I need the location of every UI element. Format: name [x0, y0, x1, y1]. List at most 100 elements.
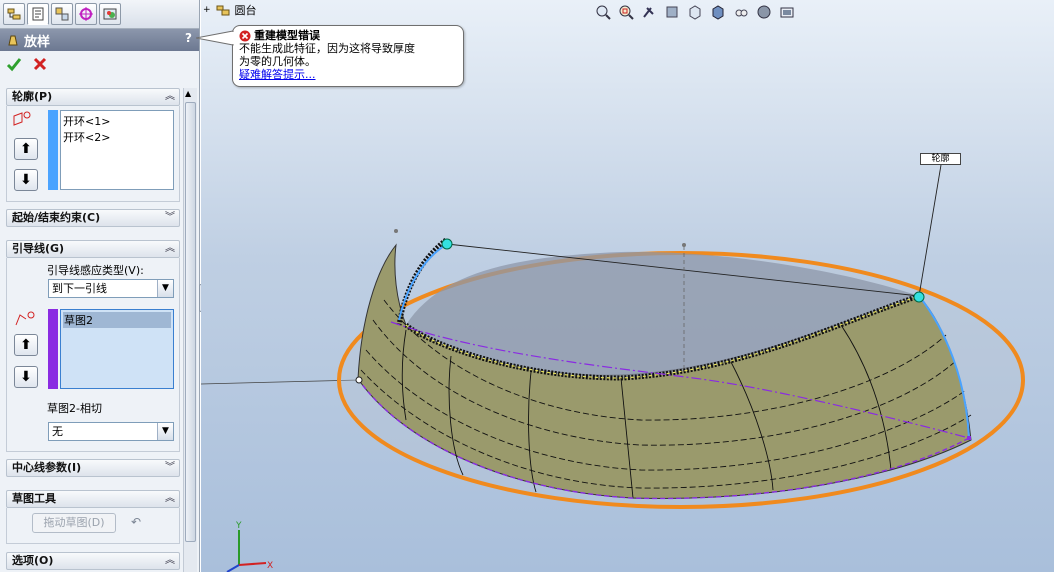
list-item[interactable]: 开环<2> — [63, 129, 171, 145]
rebuild-error-tooltip: 重建模型错误 不能生成此特征，因为这将导致厚度 为零的几何体。 疑难解答提示..… — [232, 25, 464, 87]
profiles-header-label: 轮廓(P) — [12, 90, 53, 103]
list-item[interactable]: 草图2 — [63, 312, 171, 328]
guide-endpoint[interactable] — [967, 436, 971, 440]
profile-color-bar — [48, 110, 58, 190]
options-header-label: 选项(O) — [12, 554, 54, 567]
scroll-up-icon[interactable]: ▲ — [185, 89, 191, 98]
edit-appearance-icon[interactable] — [755, 3, 773, 21]
move-up-button[interactable]: ⬆ — [14, 334, 38, 356]
section-view-icon[interactable] — [663, 3, 681, 21]
cancel-x-icon[interactable] — [32, 56, 48, 72]
chevron-down-icon[interactable]: ▼ — [157, 423, 173, 440]
move-down-button[interactable]: ⬇ — [14, 366, 38, 388]
guide-list[interactable]: 草图2 — [60, 309, 174, 389]
tab-feature-manager[interactable] — [3, 3, 25, 25]
move-up-button[interactable]: ⬆ — [14, 138, 38, 160]
ok-check-icon[interactable] — [6, 56, 22, 72]
expand-icon[interactable]: + — [203, 5, 211, 15]
display-style-icon[interactable] — [709, 3, 727, 21]
chevron-down-icon[interactable]: ▼ — [157, 280, 173, 297]
configuration-icon — [55, 7, 69, 21]
tab-dimxpert[interactable] — [75, 3, 97, 25]
axis-point — [682, 243, 686, 247]
expand-chevron-icon[interactable]: ︾ — [165, 210, 175, 226]
profile-list[interactable]: 开环<1> 开环<2> — [60, 110, 174, 190]
pm-scrollbar[interactable]: ▲ — [183, 88, 197, 572]
zoom-to-area-icon[interactable] — [617, 3, 635, 21]
tooltip-pointer — [196, 30, 235, 46]
collapse-chevron-icon[interactable]: ︽ — [165, 241, 175, 257]
arrow-down-icon: ⬇ — [20, 172, 32, 188]
start-end-section-header[interactable]: 起始/结束约束(C) ︾ — [6, 209, 180, 227]
drag-sketch-button[interactable]: 拖动草图(D) — [32, 513, 116, 533]
sketch-tools-section-header[interactable]: 草图工具 ︽ — [6, 490, 180, 508]
callout-leader — [918, 164, 942, 297]
error-title-row: 重建模型错误 — [239, 29, 457, 42]
display-manager-icon — [103, 8, 117, 20]
guides-section-body: 引导线感应类型(V): 到下一引线 ▼ ⬆ ⬇ 草图2 草图2-相切 无 ▼ — [6, 258, 180, 452]
guide-endpoint[interactable] — [355, 376, 363, 384]
heads-up-view-toolbar — [594, 3, 796, 21]
arrow-up-icon: ⬆ — [20, 141, 32, 157]
pm-title: 放样 — [24, 34, 51, 50]
error-icon — [239, 30, 251, 41]
troubleshooting-link[interactable]: 疑难解答提示... — [239, 68, 316, 81]
property-manager-icon — [32, 7, 44, 21]
feature-tree-item[interactable]: + 圆台 — [203, 2, 257, 18]
profile-selection-icon — [13, 111, 31, 126]
collapse-chevron-icon[interactable]: ︽ — [165, 491, 175, 507]
guide-influence-select[interactable]: 到下一引线 ▼ — [48, 279, 174, 298]
expand-chevron-icon[interactable]: ︾ — [165, 460, 175, 476]
list-item[interactable]: 开环<1> — [63, 113, 171, 129]
options-section-header[interactable]: 选项(O) ︽ — [6, 552, 180, 570]
loft-feature-icon — [8, 35, 18, 46]
profile-endpoint-handle[interactable] — [441, 238, 453, 250]
feature-tree-icon — [7, 8, 21, 20]
error-title: 重建模型错误 — [254, 29, 320, 42]
svg-text:X: X — [267, 561, 273, 571]
guide-color-bar — [48, 309, 58, 389]
sketch-tools-section-body: 拖动草图(D) ↶ — [6, 508, 180, 544]
tab-property-manager[interactable] — [27, 3, 49, 25]
hide-show-items-icon[interactable] — [732, 3, 750, 21]
profiles-section-header[interactable]: 轮廓(P) ︽ — [6, 88, 180, 106]
ok-cancel-row — [6, 56, 48, 76]
profile-callout-tag[interactable]: 轮廓 — [920, 153, 961, 165]
collapse-chevron-icon[interactable]: ︽ — [165, 89, 175, 105]
guides-section-header[interactable]: 引导线(G) ︽ — [6, 240, 180, 258]
property-manager: 放样 ? 轮廓(P) ︽ ⬆ ⬇ 开环<1> 开环<2> 起始/结束约束(C) … — [0, 0, 200, 572]
centerline-header-label: 中心线参数(I) — [12, 461, 82, 474]
view-orientation-icon[interactable] — [686, 3, 704, 21]
start-end-header-label: 起始/结束约束(C) — [12, 211, 101, 224]
coordinate-triad: Y X — [226, 521, 273, 572]
part-icon — [216, 5, 230, 16]
arrow-down-icon: ⬇ — [20, 369, 32, 385]
scrollbar-thumb[interactable] — [185, 102, 196, 542]
error-message-line2: 为零的几何体。 — [239, 55, 316, 68]
arrow-up-icon: ⬆ — [20, 337, 32, 353]
graphics-area[interactable]: Y X + 圆台 重建模型错误 不能生成此特征，因为这将导致厚度 为零的几何体。… — [201, 0, 1054, 572]
collapse-chevron-icon[interactable]: ︽ — [165, 553, 175, 569]
undo-icon[interactable]: ↶ — [131, 515, 141, 529]
tangency-value: 无 — [52, 425, 63, 438]
move-down-button[interactable]: ⬇ — [14, 169, 38, 191]
tab-display-manager[interactable] — [99, 3, 121, 25]
dimxpert-icon — [79, 7, 93, 21]
help-button[interactable]: ? — [185, 31, 192, 45]
tangency-select[interactable]: 无 ▼ — [48, 422, 174, 441]
centerline-section-header[interactable]: 中心线参数(I) ︾ — [6, 459, 180, 477]
guide-influence-value: 到下一引线 — [52, 282, 107, 295]
guide-curve-icon — [15, 311, 35, 326]
sketch-tools-header-label: 草图工具 — [12, 492, 56, 505]
svg-text:Y: Y — [235, 521, 242, 531]
zoom-to-fit-icon[interactable] — [594, 3, 612, 21]
profiles-section-body: ⬆ ⬇ 开环<1> 开环<2> — [6, 106, 180, 202]
profile-endpoint-handle[interactable] — [913, 291, 925, 303]
apply-scene-icon[interactable] — [778, 3, 796, 21]
part-name: 圆台 — [234, 4, 257, 17]
previous-view-icon[interactable] — [640, 3, 658, 21]
guides-header-label: 引导线(G) — [12, 242, 65, 255]
reference-line — [201, 379, 360, 385]
tab-configuration-manager[interactable] — [51, 3, 73, 25]
axis-point — [394, 229, 398, 233]
